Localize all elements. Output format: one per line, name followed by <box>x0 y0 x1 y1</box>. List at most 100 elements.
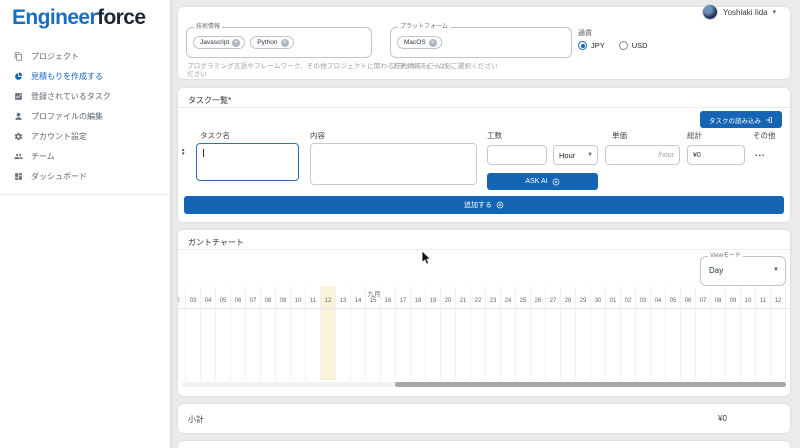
user-name: Yoshiaki Iida <box>723 8 768 17</box>
sidebar-item-dashboard[interactable]: ダッシュボード <box>0 166 170 186</box>
gantt-day-label: 10 <box>295 298 302 304</box>
gantt-day-label: 19 <box>430 298 437 304</box>
gantt-day-label: 26 <box>535 298 542 304</box>
gantt-day-col: 05 <box>666 286 681 380</box>
gantt-day-col: 07 <box>246 286 261 380</box>
gantt-day-label: 09 <box>730 298 737 304</box>
gantt-hscrollbar-track[interactable] <box>182 382 786 387</box>
team-people-icon <box>14 152 23 161</box>
task-name-textarea[interactable] <box>196 143 299 181</box>
gantt-day-col: 12 <box>771 286 786 380</box>
gantt-day-label: 04 <box>655 298 662 304</box>
tech-info-card: 技術情報 Javascript×Python× プログラミング言語やフレームワー… <box>178 7 790 79</box>
gantt-day-label: 28 <box>565 298 572 304</box>
next-section-card <box>178 441 790 448</box>
currency-label: 通貨 <box>578 28 592 38</box>
sidebar-item-label: 見積もりを作成する <box>31 71 103 82</box>
tech-chip[interactable]: Python× <box>250 36 293 49</box>
gantt-day-col: 19 <box>426 286 441 380</box>
sidebar-item-label: チーム <box>31 151 55 162</box>
gantt-day-label: 17 <box>400 298 407 304</box>
platform-chip[interactable]: MacOS× <box>397 36 442 49</box>
row-more-button[interactable]: ... <box>755 148 766 158</box>
gantt-day-col: 04 <box>201 286 216 380</box>
profile-person-icon <box>14 112 23 121</box>
col-header-task-name: タスク名 <box>200 130 230 141</box>
user-avatar[interactable] <box>702 4 718 20</box>
ask-ai-label: ASK AI <box>525 178 547 185</box>
import-icon <box>765 116 773 124</box>
gantt-hscrollbar-thumb[interactable] <box>395 382 786 387</box>
gantt-day-col: 26 <box>531 286 546 380</box>
sidebar-divider <box>0 194 170 195</box>
chip-label: Javascript <box>200 39 229 46</box>
view-mode-select[interactable]: Viewモード Day ▼ <box>700 256 786 286</box>
gantt-day-col: 11 <box>306 286 321 380</box>
user-menu[interactable]: Yoshiaki Iida ▾ <box>702 4 776 20</box>
gantt-day-label: 04 <box>205 298 212 304</box>
sidebar-item-registered-tasks[interactable]: 登録されているタスク <box>0 86 170 106</box>
ask-ai-button[interactable]: ASK AI <box>487 173 598 190</box>
chip-remove-icon[interactable]: × <box>232 39 240 47</box>
gantt-day-label: 08 <box>715 298 722 304</box>
unit-price-input[interactable]: /hour <box>605 145 680 165</box>
sidebar-item-project[interactable]: プロジェクト <box>0 46 170 66</box>
add-task-label: 追加する <box>464 200 492 210</box>
estimate-pie-icon <box>14 72 23 81</box>
platform-label: プラットフォーム <box>398 24 450 31</box>
chip-remove-icon[interactable]: × <box>429 39 437 47</box>
task-list-title: タスク一覧* <box>188 95 231 106</box>
chip-remove-icon[interactable]: × <box>281 39 289 47</box>
sidebar-item-label: ダッシュボード <box>31 171 87 182</box>
gantt-day-label: 15 <box>370 298 377 304</box>
gantt-day-col: 10 <box>291 286 306 380</box>
gantt-day-label: 10 <box>745 298 752 304</box>
gantt-day-col: 08 <box>711 286 726 380</box>
total-input[interactable]: ¥0 <box>687 145 745 165</box>
unit-price-placeholder: /hour <box>658 152 674 159</box>
gantt-day-col: 2 <box>178 286 186 380</box>
gantt-day-label: 03 <box>190 298 197 304</box>
gantt-day-col: 16 <box>381 286 396 380</box>
sidebar-item-edit-profile[interactable]: プロファイルの編集 <box>0 106 170 126</box>
gantt-day-col: 29 <box>576 286 591 380</box>
gantt-day-col: 11 <box>756 286 771 380</box>
subtotal-value: ¥0 <box>718 414 727 423</box>
platform-field[interactable]: プラットフォーム MacOS× <box>390 27 572 58</box>
tech-info-field[interactable]: 技術情報 Javascript×Python× <box>186 27 372 58</box>
gantt-day-label: 22 <box>475 298 482 304</box>
effort-input[interactable] <box>487 145 547 165</box>
col-header-other: その他 <box>753 130 776 141</box>
subtotal-label: 小計 <box>188 414 204 425</box>
tech-chip[interactable]: Javascript× <box>193 36 245 49</box>
gantt-day-label: 09 <box>280 298 287 304</box>
radio-selected-icon <box>578 41 587 50</box>
platform-chip-list: MacOS× <box>391 28 571 49</box>
gantt-day-col: 12 <box>321 286 336 380</box>
gantt-day-label: 30 <box>595 298 602 304</box>
currency-radio-jpy[interactable]: JPY <box>578 41 605 50</box>
currency-radio-group: JPY USD <box>578 41 648 50</box>
currency-radio-usd[interactable]: USD <box>619 41 648 50</box>
gantt-day-col: 20 <box>441 286 456 380</box>
gantt-day-label: 2 <box>178 298 180 304</box>
view-mode-value: Day <box>709 266 723 275</box>
content-textarea[interactable] <box>310 143 477 185</box>
gantt-day-col: 06 <box>231 286 246 380</box>
sidebar-item-account-settings[interactable]: アカウント設定 <box>0 126 170 146</box>
text-caret <box>203 149 204 157</box>
radio-label: JPY <box>591 41 605 50</box>
row-drag-handle[interactable]: ▲▼ <box>181 148 185 156</box>
gantt-day-label: 20 <box>445 298 452 304</box>
gantt-day-label: 16 <box>385 298 392 304</box>
add-task-button[interactable]: 追加する <box>184 196 784 214</box>
sidebar-item-label: 登録されているタスク <box>31 91 111 102</box>
sidebar-item-create-estimate[interactable]: 見積もりを作成する <box>0 66 170 86</box>
chevron-down-icon: ▾ <box>773 8 777 16</box>
sidebar-item-team[interactable]: チーム <box>0 146 170 166</box>
load-tasks-label: タスクの読み込み <box>709 115 761 125</box>
plus-circle-icon <box>496 201 504 209</box>
radio-unselected-icon <box>619 41 628 50</box>
load-tasks-button[interactable]: タスクの読み込み <box>700 111 782 128</box>
effort-unit-select[interactable]: Hour ▼ <box>553 145 598 165</box>
